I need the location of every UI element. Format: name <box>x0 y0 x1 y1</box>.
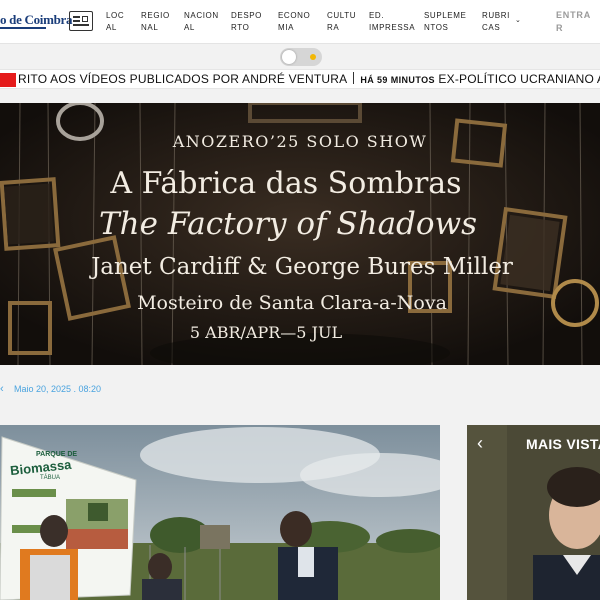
exhibition-banner[interactable]: ANOZERO’25 SOLO SHOW A Fábrica das Sombr… <box>0 103 600 365</box>
most-viewed-title: MAIS VISTA <box>526 436 600 452</box>
logo-underline <box>0 27 46 29</box>
banner-artists: Janet Cardiff & George Bures Miller <box>91 254 513 280</box>
nav-desporto[interactable]: DESPORTO <box>231 10 267 34</box>
nav-ed-impressa[interactable]: ED. IMPRESSA <box>369 10 415 34</box>
nav-local[interactable]: LOCAL <box>106 10 126 34</box>
toggle-knob <box>282 50 296 64</box>
ticker-marker <box>0 73 16 87</box>
nav-rubricas[interactable]: RUBRICAS <box>482 10 516 34</box>
chevron-down-icon[interactable]: ⌄ <box>515 16 521 24</box>
banner-dates: 5 ABR/APR—5 JUL <box>189 323 343 342</box>
ticker-item[interactable]: RITO AOS VÍDEOS PUBLICADOS POR ANDRÉ VEN… <box>18 72 347 86</box>
sign-text-tiny: TÁBUA <box>40 475 61 481</box>
login-button[interactable]: ENTRAR <box>556 9 592 35</box>
nav-cultura[interactable]: CULTURA <box>327 10 357 34</box>
site-header: o de Coimbra LOCAL REGIONAL NACIONAL DES… <box>0 0 600 44</box>
newspaper-icon[interactable] <box>69 11 93 31</box>
nav-suplementos[interactable]: SUPLEMENTOS <box>424 10 472 34</box>
nav-economia[interactable]: ECONOMIA <box>278 10 314 34</box>
nav-nacional[interactable]: NACIONAL <box>184 10 220 34</box>
news-ticker[interactable]: RITO AOS VÍDEOS PUBLICADOS POR ANDRÉ VEN… <box>0 69 600 89</box>
nav-regional[interactable]: REGIONAL <box>141 10 175 34</box>
article-meta: ‹ Maio 20, 2025 . 08:20 <box>0 383 200 397</box>
article-date: Maio 20, 2025 . 08:20 <box>14 384 102 394</box>
logo-text: o de Coimbra <box>0 12 73 27</box>
chevron-left-icon[interactable]: ‹ <box>0 383 4 395</box>
ticker-time: HÁ 59 MINUTOS <box>360 75 435 85</box>
sun-icon <box>310 54 316 60</box>
ticker-divider <box>353 72 355 84</box>
banner-title-pt: A Fábrica das Sombras <box>110 166 462 201</box>
ticker-item[interactable]: EX-POLÍTICO UCRANIANO ANDRIY PORTNOV <box>438 72 600 86</box>
page: o de Coimbra LOCAL REGIONAL NACIONAL DES… <box>0 0 600 600</box>
theme-toggle[interactable] <box>280 48 322 66</box>
ticker-line: RITO AOS VÍDEOS PUBLICADOS POR ANDRÉ VEN… <box>18 72 600 86</box>
sign-text-small: PARQUE DE <box>36 451 78 458</box>
banner-kicker: ANOZERO’25 SOLO SHOW <box>172 132 428 151</box>
chevron-left-icon[interactable]: ‹ <box>477 433 483 454</box>
banner-venue: Mosteiro de Santa Clara-a-Nova <box>137 292 447 314</box>
banner-title-en: The Factory of Shadows <box>98 206 478 242</box>
site-logo[interactable]: o de Coimbra <box>0 12 73 29</box>
most-viewed-panel[interactable]: ‹ MAIS VISTA <box>467 425 600 600</box>
